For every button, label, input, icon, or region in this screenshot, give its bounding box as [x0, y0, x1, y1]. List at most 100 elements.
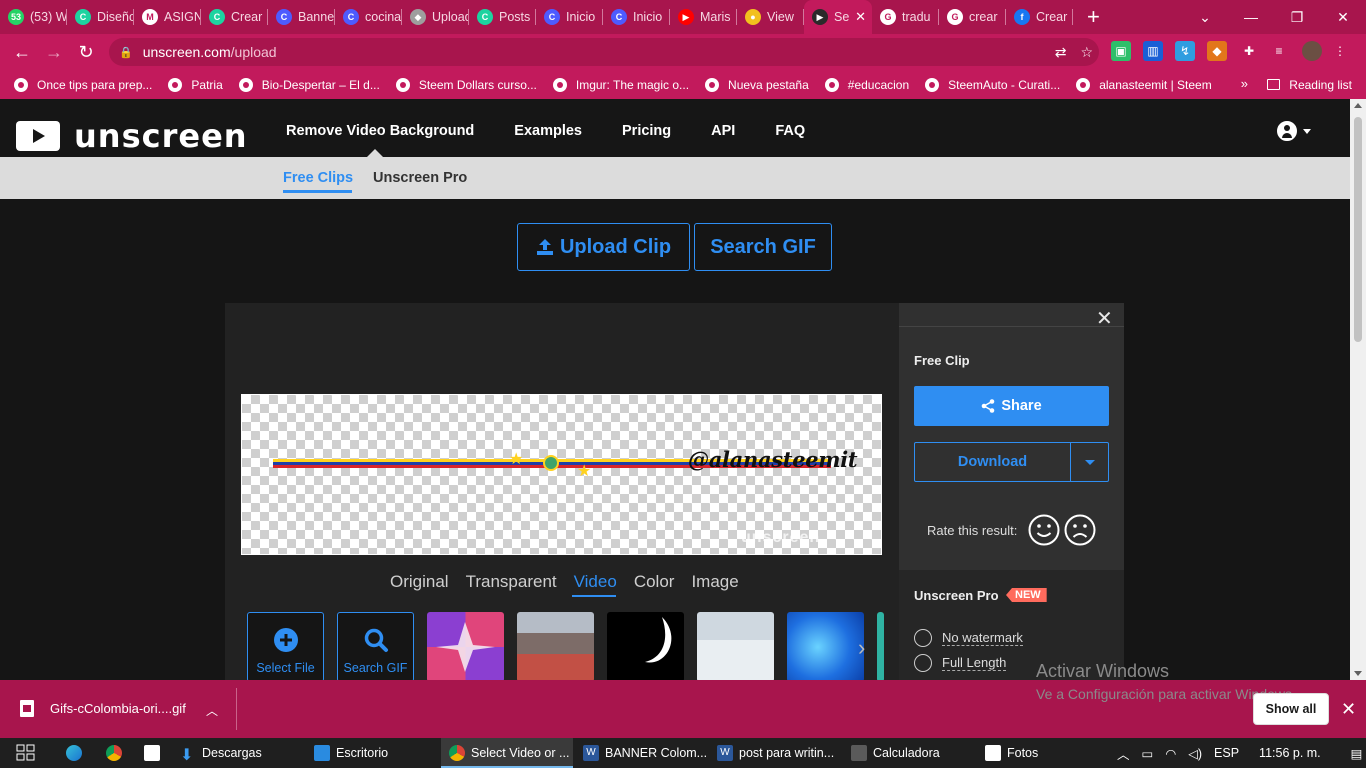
close-shelf-icon[interactable]: ✕ — [1341, 699, 1356, 720]
scroll-up-arrow-icon[interactable] — [1354, 103, 1362, 108]
browser-tab[interactable]: C Inicio — [603, 0, 670, 34]
background-thumbnail[interactable] — [697, 612, 774, 682]
taskbar-item-escritorio[interactable]: Escritorio — [314, 738, 388, 768]
extension-link-icon[interactable]: ↯ — [1175, 41, 1195, 61]
view-tab-video[interactable]: Video — [574, 572, 617, 592]
download-button[interactable]: Download — [914, 442, 1109, 482]
background-thumbnail[interactable] — [787, 612, 864, 682]
download-item[interactable]: Gifs-cColombia-ori....gif — [20, 700, 186, 717]
browser-tab[interactable]: C Inicio — [536, 0, 603, 34]
page-scrollbar[interactable] — [1350, 99, 1366, 680]
extensions-puzzle-icon[interactable]: ✚ — [1239, 41, 1259, 61]
bookmark-item[interactable]: Imgur: The magic o... — [552, 77, 689, 92]
bookmark-item[interactable]: Nueva pestaña — [705, 77, 809, 92]
browser-tab[interactable]: M ASIGN — [134, 0, 201, 34]
tab-free-clips[interactable]: Free Clips — [283, 170, 353, 186]
bookmark-item[interactable]: Once tips para prep... — [14, 77, 152, 92]
account-menu[interactable] — [1277, 121, 1311, 141]
unscreen-logo[interactable]: unscreen — [16, 117, 248, 155]
upload-clip-button[interactable]: Upload Clip — [517, 223, 690, 271]
select-file-button[interactable]: Select File — [247, 612, 324, 682]
browser-tab[interactable]: C Diseño — [67, 0, 134, 34]
browser-tab[interactable]: ▶ Se ✕ — [804, 0, 872, 34]
translate-icon[interactable]: ⇄ — [1055, 44, 1067, 61]
browser-tab[interactable]: C Posts — [469, 0, 536, 34]
battery-icon[interactable]: ▭ — [1142, 746, 1154, 761]
taskbar-item-calculadora[interactable]: Calculadora — [851, 738, 940, 768]
bookmark-star-icon[interactable]: ☆ — [1080, 44, 1093, 61]
close-tab-icon[interactable]: ✕ — [855, 9, 866, 25]
share-button[interactable]: Share — [914, 386, 1109, 426]
notifications-icon[interactable]: ▤ — [1351, 746, 1363, 761]
reading-list-button[interactable]: Reading list — [1267, 70, 1352, 99]
browser-tab[interactable]: f Crear — [1006, 0, 1073, 34]
nav-faq[interactable]: FAQ — [775, 123, 805, 139]
view-tab-color[interactable]: Color — [634, 572, 675, 592]
bookmark-item[interactable]: Steem Dollars curso... — [395, 77, 537, 92]
wifi-icon[interactable]: ◠ — [1165, 746, 1176, 761]
view-tab-original[interactable]: Original — [390, 572, 449, 592]
background-thumbnail[interactable] — [517, 612, 594, 682]
bookmark-item[interactable]: SteemAuto - Curati... — [925, 77, 1060, 92]
bookmark-item[interactable]: Patria — [168, 77, 223, 92]
chevron-up-icon[interactable]: ︿ — [206, 702, 218, 719]
nav-pricing[interactable]: Pricing — [622, 123, 671, 139]
taskbar-item-word-post[interactable]: W post para writin... — [717, 738, 834, 768]
browser-tab[interactable]: ● View — [737, 0, 804, 34]
tab-search-chevron-icon[interactable]: ⌄ — [1182, 0, 1228, 34]
extension-steem-icon[interactable]: ▣ — [1111, 41, 1131, 61]
close-window-button[interactable]: ✕ — [1320, 0, 1366, 34]
browser-tab[interactable]: Gtradu — [872, 0, 939, 34]
media-queue-icon[interactable]: ≡ — [1269, 41, 1289, 61]
bookmark-item[interactable]: Bio-Despertar – El d... — [238, 77, 380, 92]
metamask-icon[interactable]: ◆ — [1207, 41, 1227, 61]
bookmark-item[interactable]: alanasteemit | Steem — [1076, 77, 1212, 92]
bookmark-item[interactable]: #educacion — [824, 77, 909, 92]
background-thumbnail[interactable] — [427, 612, 504, 682]
show-all-button[interactable]: Show all — [1253, 693, 1329, 725]
browser-tab[interactable]: C Banner — [268, 0, 335, 34]
scroll-thumb[interactable] — [1354, 117, 1362, 342]
background-thumbnail[interactable] — [877, 612, 884, 682]
feature-label[interactable]: Full Length — [942, 655, 1007, 671]
store-icon[interactable] — [144, 738, 166, 768]
search-gif-tile[interactable]: Search GIF — [337, 612, 414, 682]
search-gif-button[interactable]: Search GIF — [694, 223, 832, 271]
background-thumbnail[interactable] — [607, 612, 684, 682]
browser-tab[interactable]: C Crear — [201, 0, 268, 34]
browser-tab[interactable]: Gcrear — [939, 0, 1006, 34]
browser-tab[interactable]: ◆ Upload — [402, 0, 469, 34]
task-view-icon[interactable] — [16, 738, 36, 768]
browser-tab[interactable]: Ccocina — [335, 0, 402, 34]
back-button[interactable]: ← — [6, 36, 38, 68]
scroll-down-arrow-icon[interactable] — [1354, 671, 1362, 676]
download-options-dropdown[interactable] — [1071, 443, 1109, 481]
new-tab-button[interactable]: + — [1087, 4, 1111, 30]
reload-button[interactable]: ↻ — [70, 36, 102, 68]
chevron-up-icon[interactable]: ︿ — [1117, 744, 1130, 763]
taskbar-item-word-banner[interactable]: W BANNER Colom... — [583, 738, 707, 768]
frowny-face-icon[interactable] — [1064, 514, 1096, 546]
volume-icon[interactable]: ◁) — [1188, 746, 1202, 761]
extension-chart-icon[interactable]: ▥ — [1143, 41, 1163, 61]
browser-tab[interactable]: 53 (53) W — [0, 0, 67, 34]
nav-examples[interactable]: Examples — [514, 123, 582, 139]
chrome-icon[interactable] — [106, 738, 128, 768]
taskbar-item-descargas[interactable]: ⬇ Descargas — [180, 738, 262, 768]
nav-remove-video-background[interactable]: Remove Video Background — [286, 123, 474, 139]
close-icon[interactable]: ✕ — [1096, 306, 1113, 331]
edge-icon[interactable] — [66, 738, 88, 768]
smiley-face-icon[interactable] — [1028, 514, 1060, 546]
address-bar[interactable]: 🔒 unscreen.com/upload ⇄ ☆ — [109, 38, 1099, 66]
chevron-right-icon[interactable]: › — [858, 635, 865, 661]
clock[interactable]: 11:56 p. m. — [1259, 746, 1321, 760]
browser-tab[interactable]: ▶ Maris — [670, 0, 737, 34]
view-tab-image[interactable]: Image — [691, 572, 738, 592]
minimize-button[interactable]: — — [1228, 0, 1274, 34]
nav-api[interactable]: API — [711, 123, 735, 139]
profile-avatar[interactable] — [1302, 41, 1322, 61]
taskbar-item-fotos[interactable]: Fotos — [985, 738, 1038, 768]
taskbar-item-chrome-window[interactable]: Select Video or ... — [441, 738, 573, 768]
forward-button[interactable]: → — [38, 36, 70, 68]
keyboard-language[interactable]: ESP — [1214, 746, 1239, 760]
